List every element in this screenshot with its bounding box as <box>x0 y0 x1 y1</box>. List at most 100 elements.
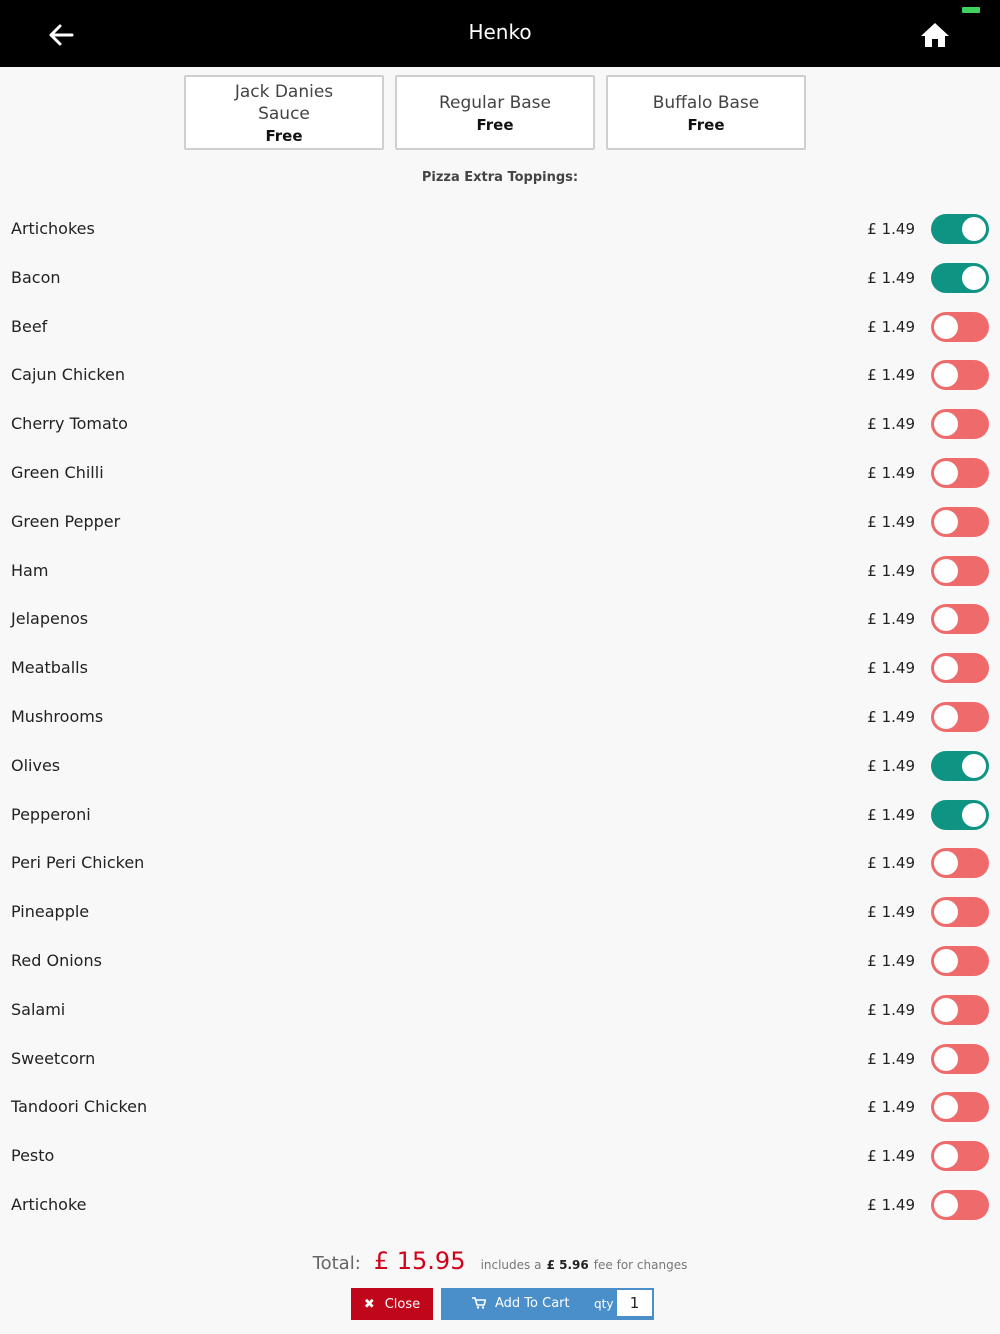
total-amount: £ 15.95 <box>373 1247 466 1275</box>
option-name: Jack Danies Sauce <box>234 81 334 124</box>
topping-row: Cajun Chicken £ 1.49 <box>0 351 1000 400</box>
topping-row: Artichokes £ 1.49 <box>0 205 1000 254</box>
topping-name: Pesto <box>11 1146 55 1166</box>
topping-row: Olives £ 1.49 <box>0 742 1000 791</box>
toggle-knob <box>934 1095 958 1120</box>
topping-toggle[interactable] <box>931 457 989 488</box>
topping-name: Artichokes <box>11 219 95 238</box>
topping-toggle[interactable] <box>931 1141 989 1172</box>
topping-toggle[interactable] <box>931 555 989 586</box>
topping-name: Pineapple <box>11 902 90 922</box>
toggle-knob <box>962 753 986 778</box>
topping-row: Pepperoni £ 1.49 <box>0 791 1000 840</box>
toggle-knob <box>934 851 958 876</box>
add-to-cart-button[interactable]: Add To Cart qty <box>441 1288 654 1320</box>
fee-amount: £ 5.96 <box>546 1258 589 1272</box>
toppings-list: Artichokes £ 1.49 Bacon £ 1.49 Beef £ 1.49 Caj… <box>0 205 1000 1230</box>
top-bar: Henko <box>0 0 1000 67</box>
topping-toggle[interactable] <box>931 701 989 732</box>
topping-price: £ 1.49 <box>867 610 915 629</box>
topping-price: £ 1.49 <box>867 1049 915 1068</box>
topping-toggle[interactable] <box>931 214 989 244</box>
toggle-knob <box>934 948 958 973</box>
cart-icon <box>472 1297 486 1309</box>
toggle-knob <box>934 607 958 632</box>
topping-price: £ 1.49 <box>867 220 915 238</box>
topping-row: Ham £ 1.49 <box>0 547 1000 596</box>
toggle-knob <box>934 704 958 729</box>
option-name: Regular Base <box>438 92 551 113</box>
battery-indicator <box>962 7 980 13</box>
fee-prefix: includes a <box>480 1258 542 1272</box>
topping-toggle[interactable] <box>931 994 989 1025</box>
toggle-knob <box>934 509 958 534</box>
topping-row: Sweetcorn £ 1.49 <box>0 1035 1000 1084</box>
topping-name: Olives <box>11 755 61 775</box>
total-label: Total: <box>312 1253 361 1274</box>
topping-row: Pesto £ 1.49 <box>0 1132 1000 1181</box>
topping-name: Green Pepper <box>11 511 121 531</box>
topping-toggle[interactable] <box>931 1043 989 1074</box>
topping-toggle[interactable] <box>931 506 989 537</box>
topping-toggle[interactable] <box>931 945 989 976</box>
topping-name: Cajun Chicken <box>11 365 126 385</box>
close-button[interactable]: ✖ Close <box>351 1288 433 1320</box>
topping-price: £ 1.49 <box>867 1098 915 1117</box>
topping-toggle[interactable] <box>931 604 989 635</box>
close-icon: ✖ <box>363 1296 375 1312</box>
topping-toggle[interactable] <box>931 897 989 928</box>
close-label: Close <box>384 1296 421 1312</box>
topping-toggle[interactable] <box>931 409 989 440</box>
option-price: Free <box>687 115 725 134</box>
topping-price: £ 1.49 <box>867 1000 915 1019</box>
topping-row: Green Pepper £ 1.49 <box>0 498 1000 547</box>
topping-price: £ 1.49 <box>867 366 915 385</box>
toggle-knob <box>934 1192 958 1217</box>
topping-toggle[interactable] <box>931 799 989 830</box>
topping-name: Meatballs <box>11 658 88 678</box>
topping-price: £ 1.49 <box>867 659 915 678</box>
topping-price: £ 1.49 <box>867 854 915 873</box>
topping-toggle[interactable] <box>931 750 989 781</box>
option-price: Free <box>476 115 514 134</box>
topping-row: Mushrooms £ 1.49 <box>0 693 1000 742</box>
add-to-cart-label: Add To Cart <box>495 1296 570 1311</box>
topping-toggle[interactable] <box>931 262 989 293</box>
option-buffalo-base[interactable]: Buffalo Base Free <box>606 75 806 150</box>
topping-toggle[interactable] <box>931 848 989 879</box>
option-name: Buffalo Base <box>652 92 760 113</box>
topping-name: Jelapenos <box>11 609 89 629</box>
topping-price: £ 1.49 <box>867 317 915 336</box>
toggle-knob <box>934 900 958 925</box>
qty-input[interactable] <box>616 1289 653 1317</box>
toggle-knob <box>934 460 958 485</box>
toggle-knob <box>934 997 958 1022</box>
home-button[interactable] <box>918 18 952 52</box>
topping-toggle[interactable] <box>931 1189 989 1220</box>
total-summary: Total: £ 15.95 includes a £ 5.96 fee for… <box>0 1247 1000 1275</box>
topping-name: Red Onions <box>11 950 102 970</box>
topping-toggle[interactable] <box>931 653 989 684</box>
topping-name: Pepperoni <box>11 804 91 824</box>
topping-row: Beef £ 1.49 <box>0 303 1000 352</box>
topping-price: £ 1.49 <box>867 268 915 287</box>
page-title: Henko <box>468 20 532 44</box>
option-jack-danies-sauce[interactable]: Jack Danies Sauce Free <box>184 75 384 150</box>
topping-name: Cherry Tomato <box>11 414 128 434</box>
option-regular-base[interactable]: Regular Base Free <box>395 75 595 150</box>
topping-price: £ 1.49 <box>867 903 915 922</box>
toggle-knob <box>962 802 986 827</box>
home-icon <box>921 23 949 47</box>
topping-name: Sweetcorn <box>11 1048 96 1068</box>
topping-toggle[interactable] <box>931 360 989 391</box>
topping-toggle[interactable] <box>931 311 989 342</box>
topping-row: Peri Peri Chicken £ 1.49 <box>0 839 1000 888</box>
topping-name: Green Chilli <box>11 462 104 482</box>
topping-price: £ 1.49 <box>867 1195 915 1214</box>
topping-name: Artichoke <box>11 1194 87 1214</box>
topping-price: £ 1.49 <box>867 463 915 482</box>
topping-toggle[interactable] <box>931 1092 989 1123</box>
topping-name: Beef <box>11 316 48 336</box>
toggle-knob <box>962 265 986 290</box>
topping-name: Tandoori Chicken <box>11 1097 148 1117</box>
